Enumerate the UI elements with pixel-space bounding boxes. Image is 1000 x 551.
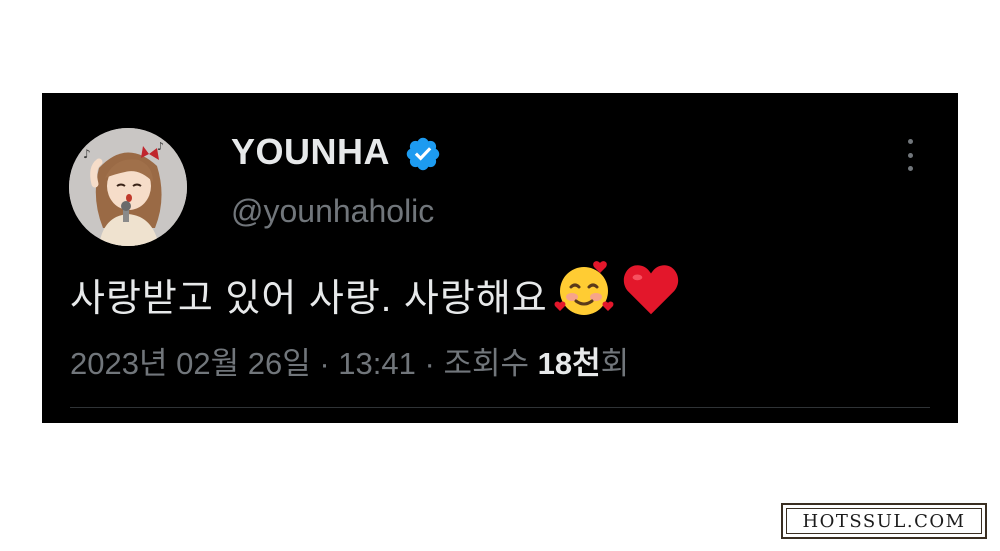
handle[interactable]: @younhaholic [231, 193, 434, 230]
more-options-button[interactable] [896, 135, 924, 175]
svg-text:♪: ♪ [83, 147, 91, 161]
tweet-text: 사랑받고 있어 사랑. 사랑해요 [70, 257, 682, 331]
display-name[interactable]: YOUNHA [231, 131, 390, 173]
views-label: 조회수 [443, 346, 530, 381]
tweet-body: 사랑받고 있어 사랑. 사랑해요 [70, 277, 548, 320]
watermark-logo: HOTSSUL.COM [781, 503, 987, 539]
divider [70, 407, 930, 408]
tweet-meta: 2023년 02월 26일 · 13:41 · 조회수 18천회 [70, 338, 629, 383]
avatar-illustration: ♪ ♪ [69, 128, 187, 246]
tweet-date[interactable]: 2023년 02월 26일 [70, 346, 311, 381]
tweet-card: ♪ ♪ YOUNHA @younhaholic 사랑받고 있어 사랑. 사랑해요 [42, 93, 958, 423]
views-suffix: 회 [600, 346, 630, 381]
more-dot-icon [907, 166, 913, 171]
avatar[interactable]: ♪ ♪ [69, 128, 187, 246]
meta-separator: · [319, 346, 330, 381]
tweet-time[interactable]: 13:41 [338, 346, 416, 381]
red-heart-icon [620, 258, 682, 330]
views-count[interactable]: 18천 [538, 346, 601, 381]
smiling-face-with-hearts-icon [552, 257, 616, 331]
meta-separator: · [424, 346, 435, 381]
watermark-text: HOTSSUL.COM [802, 510, 966, 532]
more-dot-icon [907, 152, 913, 158]
verified-badge-icon [404, 135, 442, 173]
more-dot-icon [907, 139, 913, 144]
svg-text:♪: ♪ [157, 140, 164, 153]
